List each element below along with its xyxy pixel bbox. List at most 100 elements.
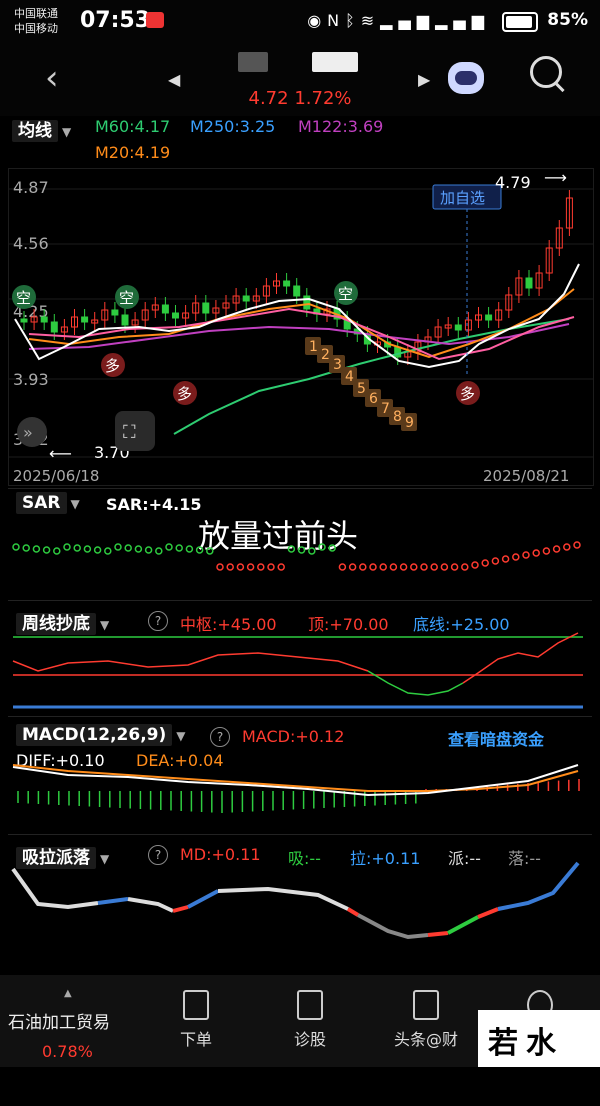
sar-dot [53,547,61,555]
xila-panel[interactable]: 吸拉派落 ▼ ? MD:+0.11 吸:-- 拉:+0.11 派:-- 落:-- [8,834,592,965]
high-arrow-icon: ⟶ [544,169,567,187]
svg-text:7: 7 [381,401,390,417]
candlestick [464,312,472,338]
sar-dot [532,549,540,557]
kong-marker: 空 [115,285,139,309]
svg-text:8: 8 [393,409,402,425]
sar-button[interactable]: SAR [16,492,67,514]
sar-selector[interactable]: SAR ▼ [16,492,80,514]
sar-dot [206,547,214,555]
sar-dot [338,563,347,571]
order-icon [183,990,209,1020]
sector-change: 0.78% [42,1042,93,1061]
help-icon[interactable]: ? [210,727,230,747]
chevron-down-icon: ▼ [62,125,72,139]
sar-dot [430,563,438,571]
sar-dots-svg [12,541,581,571]
sar-dot [450,563,459,571]
sar-dot [216,563,224,571]
candlestick [141,302,149,328]
price-change: 1.72% [294,88,352,109]
kline-chart[interactable]: 4.87 4.56 4.25 3.93 3.62 加自选 4.79 ⟶ ⟵ 3.… [8,168,594,486]
robot-assistant-icon[interactable] [448,62,484,94]
sar-dot [420,563,428,571]
candlestick [444,317,452,336]
duo-marker: 多 [173,381,197,405]
sar-dot [481,559,489,567]
sar-dot [277,563,285,571]
svg-text:6: 6 [369,391,378,407]
macd-value: MACD:+0.12 [242,727,345,746]
candlestick [525,270,533,296]
sar-dot [32,545,41,553]
candlestick [475,307,482,328]
ma-selector[interactable]: 均线 ▼ [12,116,72,142]
count-label: 9 [401,413,417,431]
candlestick [515,270,523,303]
sar-dot [379,563,387,571]
candlestick [283,273,291,294]
macd-button[interactable]: MACD(12,26,9) [16,724,173,746]
sar-dot [114,543,122,551]
candlestick [242,288,250,309]
sar-dot [124,544,132,552]
low-arrow-icon: ⟵ [49,444,72,463]
candlestick [495,302,503,328]
sar-dot [399,563,408,571]
stock-name-blurred [238,52,268,72]
search-icon[interactable] [530,56,562,88]
ma-button[interactable]: 均线 [12,120,58,142]
svg-text:5: 5 [357,381,366,397]
candlestick [172,305,179,326]
chevron-up-icon[interactable]: ▲ [64,988,72,999]
help-icon[interactable]: ? [148,611,168,631]
sar-dot [287,545,296,553]
sar-dot [512,553,520,561]
sector-name[interactable]: 石油加工贸易 [8,1008,110,1033]
sar-dot [563,543,571,551]
bluetooth-icon: ᛒ [345,11,361,30]
svg-text:空: 空 [16,289,31,307]
candlestick [313,301,321,322]
duo-marker: 多 [456,381,480,405]
sar-dot [318,543,326,551]
macd-panel[interactable]: MACD(12,26,9) ▼ ? MACD:+0.12 查看暗盘资金 DIFF:… [8,716,592,827]
candlestick [151,297,159,318]
next-stock-icon[interactable]: ▶ [418,70,430,89]
sar-dot [267,563,275,571]
candlestick [434,319,442,345]
diagnose-icon [297,990,323,1020]
svg-text:4: 4 [345,369,354,385]
sar-dot [195,546,204,554]
news-icon [413,990,439,1020]
candlestick [81,309,89,330]
sar-dot [22,544,30,552]
macd-selector[interactable]: MACD(12,26,9) ▼ [16,724,186,746]
prev-stock-icon[interactable]: ◀ [168,70,180,89]
svg-text:»: » [23,423,33,442]
ma60-value: M60:4.17 [95,117,171,136]
sar-dot [308,547,316,555]
signal-4g-icon-2: ▂▄▆ [435,11,490,30]
news-button[interactable]: 头条@财 [386,990,466,1050]
sar-panel[interactable]: SAR ▼ SAR:+4.15 放量过前头 [8,488,592,593]
status-icons: ◉Nᛒ≋▂▄▆▂▄▆ [307,11,490,30]
diagnose-button[interactable]: 诊股 [270,990,350,1050]
y-label-1: 4.87 [13,178,49,197]
order-button[interactable]: 下单 [156,990,236,1050]
view-dark-pool-link[interactable]: 查看暗盘资金 [448,726,544,750]
sar-dot [348,563,357,571]
carrier-info: 中国联通 中国移动 [14,6,58,36]
candlestick [485,307,493,328]
eye-icon: ◉ [307,11,328,30]
svg-text:多: 多 [105,357,120,375]
nfc-icon: N [327,11,346,30]
candlestick [454,317,462,338]
candlestick [71,309,78,335]
weekly-bottom-panel[interactable]: 周线抄底 ▼ ? 中枢:+45.00 顶:+70.00 底线:+25.00 [8,600,592,711]
candlestick [161,297,169,321]
candlestick [565,190,573,236]
sar-dot [144,546,153,554]
svg-text:空: 空 [338,285,353,303]
app-notification-icon [146,12,164,28]
